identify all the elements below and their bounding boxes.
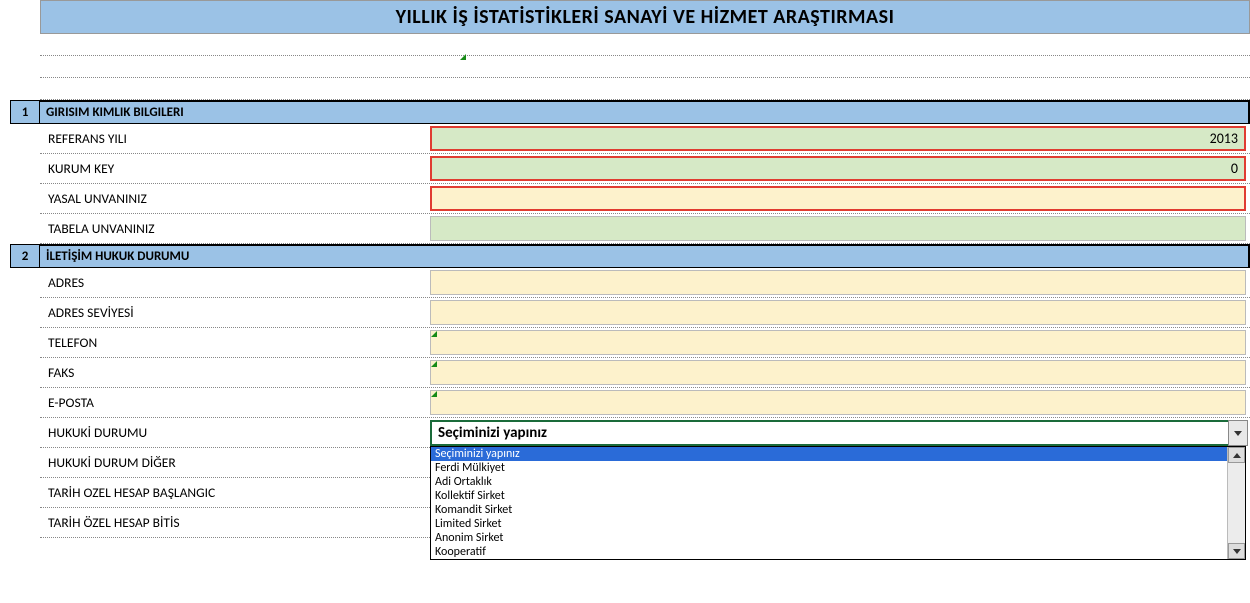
row-faks: FAKS <box>40 358 1250 388</box>
field-label: TARİH ÖZEL HESAP BİTİS <box>40 508 430 538</box>
field-label: FAKS <box>40 358 430 387</box>
section-number: 2 <box>10 244 40 268</box>
spacer <box>40 78 1250 100</box>
row-adres: ADRES <box>40 268 1250 298</box>
dropdown-option[interactable]: Seçiminizi yapınız <box>431 447 1245 461</box>
comment-indicator-icon <box>431 331 437 337</box>
comment-indicator-icon <box>460 54 466 60</box>
select-current-value: Seçiminizi yapınız <box>438 424 547 442</box>
scroll-up-icon[interactable] <box>1228 447 1245 463</box>
eposta-input[interactable] <box>430 390 1246 415</box>
row-yasal-unvan: YASAL UNVANINIZ <box>40 184 1250 214</box>
row-referans-yili: REFERANS YILI 2013 <box>40 124 1250 154</box>
field-label: ADRES <box>40 268 430 297</box>
section-header-1: 1 GIRISIM KIMLIK BILGILERI <box>10 100 1250 124</box>
row-eposta: E-POSTA <box>40 388 1250 418</box>
comment-indicator-icon <box>431 391 437 397</box>
section-title: İLETİŞİM HUKUK DURUMU <box>40 244 1250 268</box>
field-label: KURUM KEY <box>40 154 430 183</box>
field-label: HUKUKİ DURUM DİĞER <box>40 448 430 478</box>
dropdown-button[interactable] <box>1228 420 1248 446</box>
field-label: ADRES SEVİYESİ <box>40 298 430 327</box>
scroll-down-icon[interactable] <box>1228 543 1245 559</box>
section-number: 1 <box>10 100 40 124</box>
page-title: YILLIK İŞ İSTATİSTİKLERİ SANAYİ VE HİZME… <box>40 0 1250 34</box>
hukuki-durumu-select[interactable]: Seçiminizi yapınız <box>430 420 1246 446</box>
row-hukuki-durumu: HUKUKİ DURUMU HUKUKİ DURUM DİĞER TARİH O… <box>40 418 1250 560</box>
spacer <box>40 34 1250 56</box>
dropdown-option[interactable]: Kooperatif <box>431 545 1245 559</box>
referans-yili-input[interactable]: 2013 <box>430 126 1246 151</box>
field-label: HUKUKİ DURUMU <box>40 418 430 448</box>
value: 0 <box>1231 160 1238 177</box>
field-label: E-POSTA <box>40 388 430 417</box>
section-title: GIRISIM KIMLIK BILGILERI <box>40 100 1250 124</box>
telefon-input[interactable] <box>430 330 1246 355</box>
kurum-key-input[interactable]: 0 <box>430 156 1246 181</box>
section-header-2: 2 İLETİŞİM HUKUK DURUMU <box>10 244 1250 268</box>
dropdown-option[interactable]: Limited Sirket <box>431 517 1245 531</box>
field-label: TARİH OZEL HESAP BAŞLANGIC <box>40 478 430 508</box>
value: 2013 <box>1210 130 1238 147</box>
comment-indicator-icon <box>431 361 437 367</box>
field-label: TELEFON <box>40 328 430 357</box>
row-kurum-key: KURUM KEY 0 <box>40 154 1250 184</box>
row-tabela-unvan: TABELA UNVANINIZ <box>40 214 1250 244</box>
faks-input[interactable] <box>430 360 1246 385</box>
dropdown-option[interactable]: Anonim Sirket <box>431 531 1245 545</box>
field-label: YASAL UNVANINIZ <box>40 184 430 213</box>
dropdown-option[interactable]: Ferdi Mülkiyet <box>431 461 1245 475</box>
scrollbar[interactable] <box>1227 447 1245 559</box>
row-adres-seviyesi: ADRES SEVİYESİ <box>40 298 1250 328</box>
dropdown-option[interactable]: Komandit Sirket <box>431 503 1245 517</box>
dropdown-option[interactable]: Kollektif Sirket <box>431 489 1245 503</box>
dropdown-option[interactable]: Adi Ortaklık <box>431 475 1245 489</box>
field-label: TABELA UNVANINIZ <box>40 214 430 243</box>
yasal-unvan-input[interactable] <box>430 186 1246 211</box>
spacer <box>40 56 1250 78</box>
adres-seviyesi-input[interactable] <box>430 300 1246 325</box>
field-label: REFERANS YILI <box>40 124 430 153</box>
row-telefon: TELEFON <box>40 328 1250 358</box>
adres-input[interactable] <box>430 270 1246 295</box>
tabela-unvan-input[interactable] <box>430 216 1246 241</box>
dropdown-list: Seçiminizi yapınızFerdi MülkiyetAdi Orta… <box>430 446 1246 560</box>
